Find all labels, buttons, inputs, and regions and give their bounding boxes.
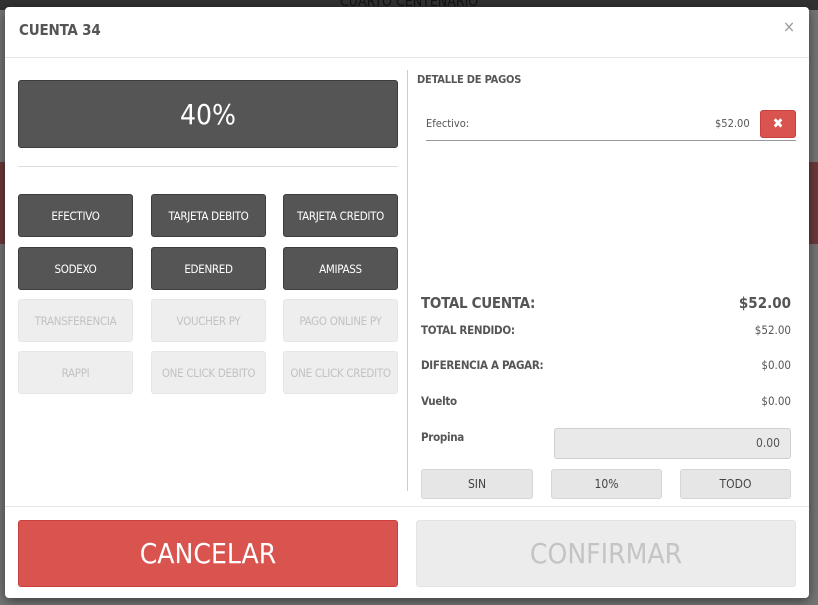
vuelto-value: $0.00 xyxy=(761,394,791,408)
payment-modal: CUENTA 34 × 40% EFECTIVO TARJETA DEBITO … xyxy=(5,7,809,598)
tip-10-percent-button[interactable]: 10% xyxy=(551,469,662,499)
diferencia-value: $0.00 xyxy=(761,358,791,372)
percent-display: 40% xyxy=(18,80,398,148)
tarjeta-credito-button[interactable]: TARJETA CREDITO xyxy=(283,194,398,237)
divider xyxy=(18,166,398,167)
payment-row: Efectivo: $52.00 ✖ xyxy=(426,104,796,141)
amipass-button[interactable]: AMIPASS xyxy=(283,247,398,290)
cancel-button[interactable]: CANCELAR xyxy=(18,520,398,587)
total-cuenta-value: $52.00 xyxy=(738,294,791,312)
modal-title: CUENTA 34 xyxy=(19,21,101,39)
transferencia-button[interactable]: TRANSFERENCIA xyxy=(18,299,133,342)
total-rendido-value: $52.00 xyxy=(754,323,791,337)
details-title: DETALLE DE PAGOS xyxy=(417,73,522,86)
edenred-button[interactable]: EDENRED xyxy=(151,247,266,290)
voucher-py-button[interactable]: VOUCHER PY xyxy=(151,299,266,342)
tip-sin-button[interactable]: SIN xyxy=(421,469,533,499)
efectivo-button[interactable]: EFECTIVO xyxy=(18,194,133,237)
one-click-debito-button[interactable]: ONE CLICK DEBITO xyxy=(151,351,266,394)
close-icon[interactable]: × xyxy=(783,17,795,36)
sodexo-button[interactable]: SODEXO xyxy=(18,247,133,290)
tip-todo-button[interactable]: TODO xyxy=(680,469,791,499)
payment-name: Efectivo: xyxy=(426,117,470,130)
close-icon: ✖ xyxy=(772,116,784,132)
vertical-divider xyxy=(407,70,408,491)
footer-divider xyxy=(5,506,809,507)
rappi-button[interactable]: RAPPI xyxy=(18,351,133,394)
payment-methods-panel: 40% EFECTIVO TARJETA DEBITO TARJETA CRED… xyxy=(18,80,398,394)
payment-amount: $52.00 xyxy=(715,117,750,130)
vuelto-label: Vuelto xyxy=(421,394,457,408)
diferencia-label: DIFERENCIA A PAGAR: xyxy=(421,358,544,372)
total-cuenta-label: TOTAL CUENTA: xyxy=(421,294,536,312)
propina-input[interactable]: 0.00 xyxy=(554,428,791,459)
confirm-button[interactable]: CONFIRMAR xyxy=(416,520,796,587)
tarjeta-debito-button[interactable]: TARJETA DEBITO xyxy=(151,194,266,237)
modal-header: CUENTA 34 × xyxy=(5,7,809,58)
delete-payment-button[interactable]: ✖ xyxy=(760,110,796,138)
total-rendido-label: TOTAL RENDIDO: xyxy=(421,323,515,337)
propina-label: Propina xyxy=(421,430,464,444)
one-click-credito-button[interactable]: ONE CLICK CREDITO xyxy=(283,351,398,394)
pago-online-py-button[interactable]: PAGO ONLINE PY xyxy=(283,299,398,342)
